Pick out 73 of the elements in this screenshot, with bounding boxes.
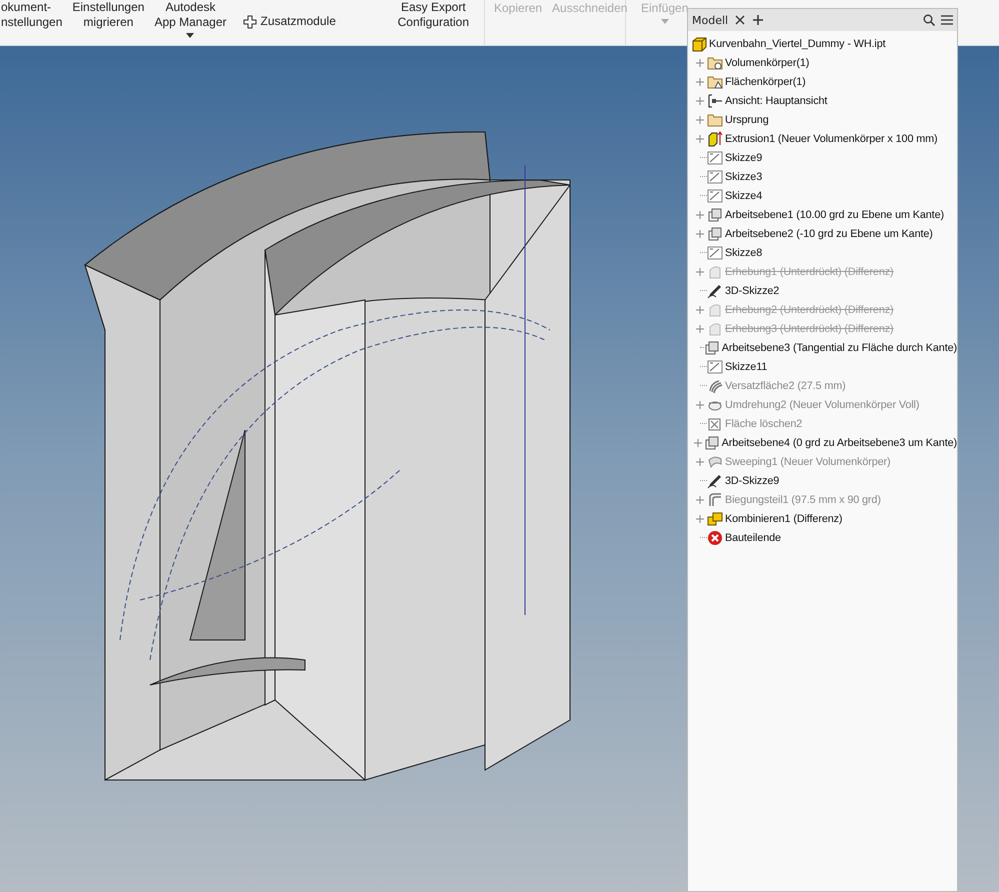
folder-icon	[707, 54, 723, 70]
view-icon	[707, 92, 723, 108]
tree-item[interactable]: Skizze11	[725, 360, 768, 372]
toolbar-button[interactable]: Einstellungen migrieren	[71, 0, 146, 45]
expand-icon[interactable]	[694, 438, 702, 446]
add-icon[interactable]	[752, 14, 764, 26]
tree-item[interactable]: Kurvenbahn_Viertel_Dummy - WH.ipt	[709, 38, 886, 50]
expand-icon[interactable]	[696, 210, 704, 218]
pencil-icon	[707, 282, 723, 298]
close-icon[interactable]	[734, 14, 746, 26]
expand-icon[interactable]	[696, 400, 704, 408]
tree-item[interactable]: Bauteilende	[725, 532, 781, 544]
stop-icon	[707, 530, 723, 546]
tree-item[interactable]: Arbeitsebene2 (-10 grd zu Ebene um Kante)	[725, 228, 933, 240]
expand-icon[interactable]	[696, 514, 704, 522]
tree-item[interactable]: Flächenkörper(1)	[725, 76, 806, 88]
menu-icon[interactable]	[941, 14, 953, 26]
loft-icon	[707, 302, 723, 318]
expand-icon[interactable]	[696, 230, 704, 238]
search-icon[interactable]	[923, 14, 935, 26]
expand-icon[interactable]	[696, 58, 704, 66]
pencil-icon	[707, 472, 723, 488]
offset-icon	[707, 378, 723, 394]
folder-icon	[707, 112, 723, 128]
plane-icon	[704, 434, 720, 450]
expand-icon[interactable]	[696, 134, 704, 142]
toolbar-button[interactable]: Easy Export Configuration	[396, 0, 470, 45]
plus-icon	[242, 14, 256, 28]
tree-item[interactable]: Skizze9	[725, 152, 762, 164]
tree-item[interactable]: Ursprung	[725, 114, 769, 126]
loft-icon	[707, 264, 723, 280]
sketch-icon	[707, 188, 723, 204]
expand-icon[interactable]	[696, 268, 704, 276]
bend-icon	[707, 492, 723, 508]
tree-item[interactable]: Kombinieren1 (Differenz)	[725, 512, 842, 524]
tree-item[interactable]: 3D-Skizze9	[725, 474, 780, 486]
face-icon	[707, 416, 723, 432]
caret-icon	[186, 33, 194, 38]
browser-tab[interactable]: Modell	[692, 14, 728, 26]
sketch-icon	[707, 150, 723, 166]
combine-icon	[707, 510, 723, 526]
folder-icon	[707, 74, 723, 90]
loft-icon	[707, 320, 723, 336]
expand-icon[interactable]	[696, 78, 704, 86]
tree-item[interactable]: Volumenkörper(1)	[725, 56, 810, 68]
expand-icon[interactable]	[696, 458, 704, 466]
tree-item[interactable]: Arbeitsebene3 (Tangential zu Fläche durch Kante)	[722, 342, 957, 354]
tree-item[interactable]: Ansicht: Hauptansicht	[725, 94, 828, 106]
tree-item[interactable]: Arbeitsebene1 (10.00 grd zu Ebene um Kante)	[725, 208, 944, 220]
toolbar-button[interactable]: okument- nstellungen	[0, 0, 64, 45]
toolbar-button[interactable]: Autodesk App Manager	[153, 0, 228, 45]
plane-icon	[707, 206, 723, 222]
expand-icon[interactable]	[696, 496, 704, 504]
toolbar-button[interactable]: Zusatzmodule	[242, 14, 397, 29]
expand-icon[interactable]	[696, 116, 704, 124]
sketch-icon	[707, 244, 723, 260]
expand-icon[interactable]	[696, 96, 704, 104]
plane-icon	[707, 226, 723, 242]
plane-icon	[704, 340, 720, 356]
tree-item[interactable]: 3D-Skizze2	[725, 284, 780, 296]
expand-icon[interactable]	[696, 324, 704, 332]
sweep-icon	[707, 454, 723, 470]
expand-icon[interactable]	[696, 306, 704, 314]
sketch-icon	[707, 168, 723, 184]
caret-icon	[660, 19, 669, 24]
extrusion-icon	[707, 130, 723, 146]
tree-item[interactable]: Skizze4	[725, 190, 762, 202]
sketch-icon	[707, 358, 723, 374]
tree-item[interactable]: Arbeitsebene4 (0 grd zu Arbeitsebene3 um Kante)	[722, 436, 957, 448]
tree-item[interactable]: Extrusion1 (Neuer Volumenkörper x 100 mm)	[725, 132, 938, 144]
cube-icon	[691, 36, 707, 52]
tree-item[interactable]: Skizze3	[725, 170, 762, 182]
tree-item[interactable]: Skizze8	[725, 246, 762, 258]
